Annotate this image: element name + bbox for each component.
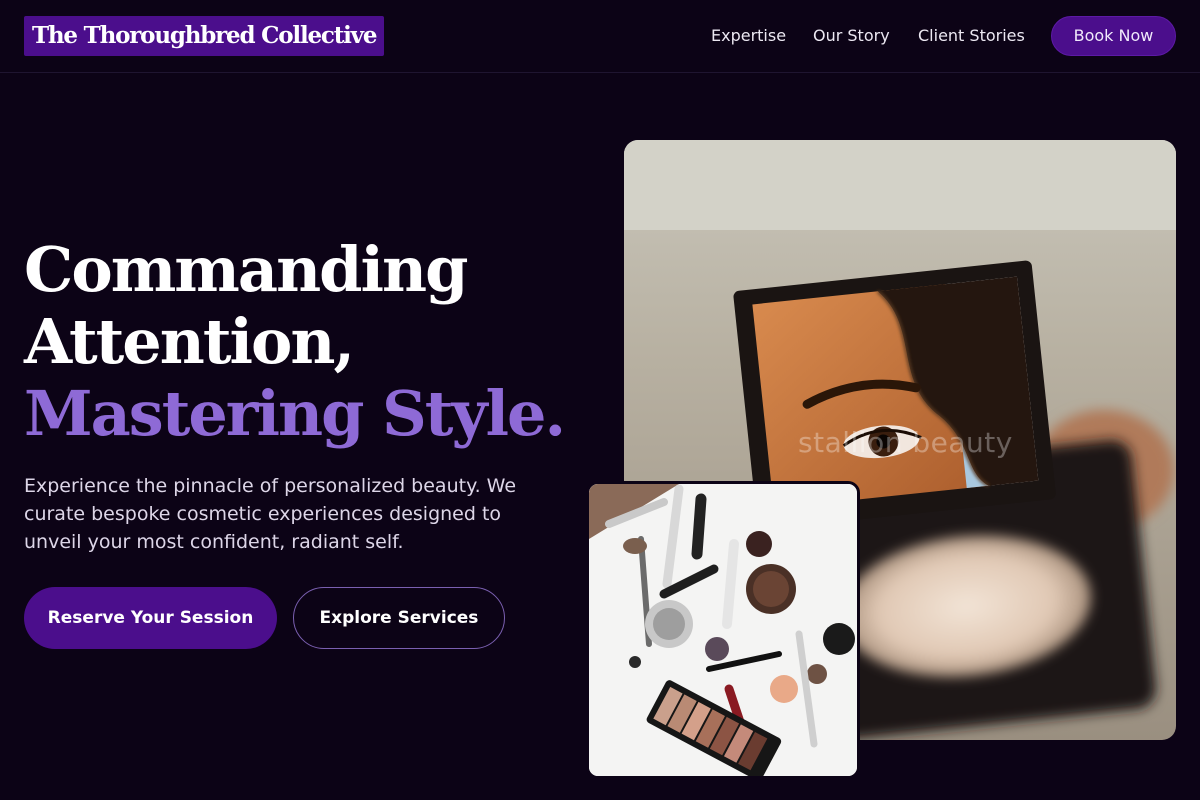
inset-image-cosmetics <box>586 481 860 779</box>
explore-services-button[interactable]: Explore Services <box>293 587 505 649</box>
site-header: The Thoroughbred Collective Expertise Ou… <box>0 0 1200 73</box>
watermark-text: stallion beauty <box>798 426 1013 459</box>
brand-logo[interactable]: The Thoroughbred Collective <box>24 16 385 56</box>
reserve-session-button[interactable]: Reserve Your Session <box>24 587 277 649</box>
nav-link-our-story[interactable]: Our Story <box>813 26 890 46</box>
nav-link-expertise[interactable]: Expertise <box>711 26 786 46</box>
nav-link-client-stories[interactable]: Client Stories <box>918 26 1025 46</box>
hero-subcopy: Experience the pinnacle of personalized … <box>24 475 517 553</box>
headline-line-2: Attention, <box>24 305 355 378</box>
headline-accent: Mastering Style. <box>24 377 566 450</box>
headline-line-1: Commanding <box>24 233 469 306</box>
book-now-button[interactable]: Book Now <box>1051 16 1176 56</box>
hero-headline: Commanding Attention, Mastering Style. <box>24 234 604 450</box>
